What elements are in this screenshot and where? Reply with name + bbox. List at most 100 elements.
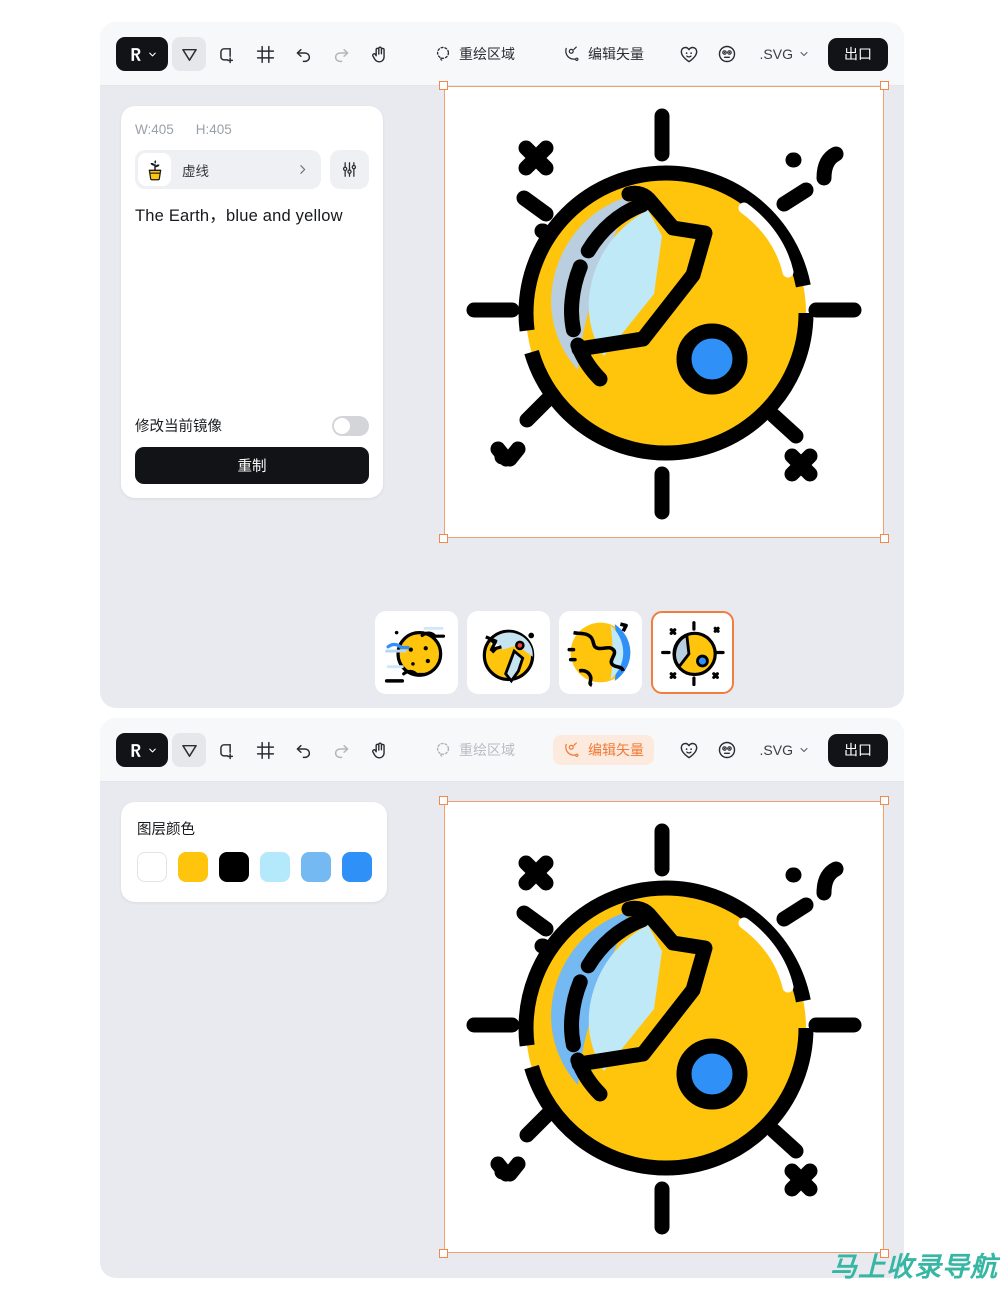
export-label: 出口 <box>844 742 872 758</box>
style-preset-row: 虚线 <box>135 150 369 189</box>
style-preset-selector[interactable]: 虚线 <box>135 150 321 189</box>
export-button[interactable]: 出口 <box>828 37 888 71</box>
earth-with-rays-illustration <box>466 108 862 520</box>
hand-icon <box>371 46 385 62</box>
undo-arrow-icon <box>296 744 310 758</box>
undo-arrow-icon <box>296 48 310 62</box>
app-logo-icon <box>131 47 141 61</box>
undo-tool[interactable] <box>286 37 320 71</box>
toolbar-primary: 重绘区域 编辑矢量 .SVG 出口 <box>100 22 904 86</box>
redraw-region-button[interactable]: 重绘区域 <box>424 735 525 765</box>
chevron-down-icon <box>149 748 156 752</box>
add-shape-tool[interactable] <box>210 733 244 767</box>
app-logo-icon <box>131 743 141 757</box>
canvas-primary[interactable] <box>439 81 889 543</box>
edit-vector-label: 编辑矢量 <box>588 46 644 62</box>
swatch-sky-blue[interactable] <box>301 852 331 882</box>
style-preset-label: 虚线 <box>182 163 209 179</box>
width-label: W:405 <box>135 122 174 137</box>
swatch-black[interactable] <box>219 852 249 882</box>
toolbar-secondary: 重绘区域 编辑矢量 .SVG 出口 <box>100 718 904 782</box>
format-value: .SVG <box>759 46 793 62</box>
regenerate-label: 重制 <box>237 459 267 475</box>
swatch-blue[interactable] <box>342 852 372 882</box>
face-neutral-icon <box>718 741 736 759</box>
pan-tool[interactable] <box>362 37 396 71</box>
layer-colors-panel: 图层颜色 <box>121 802 387 902</box>
mirror-toggle-switch[interactable] <box>332 415 369 436</box>
app-window-primary: 重绘区域 编辑矢量 .SVG 出口 W:405 H:405 虚线 The Ear… <box>100 22 904 708</box>
screenshot-root: 重绘区域 编辑矢量 .SVG 出口 W:405 H:405 虚线 The Ear… <box>0 0 1000 1290</box>
resize-handle-top-left[interactable] <box>439 81 448 90</box>
chevron-right-icon <box>300 165 306 174</box>
crop-tool[interactable] <box>248 37 282 71</box>
variation-thumbnail-strip <box>375 611 734 694</box>
app-logo-button[interactable] <box>116 733 168 767</box>
feedback-button[interactable] <box>710 733 744 767</box>
thumbnail-earth-globe[interactable] <box>467 611 550 694</box>
prompt-text[interactable]: The Earth，blue and yellow <box>135 204 369 230</box>
chevron-down-icon <box>149 52 156 56</box>
resize-handle-bottom-left[interactable] <box>439 534 448 543</box>
chevron-down-icon <box>800 747 808 753</box>
shape-plus-icon <box>219 743 233 759</box>
earth-with-rays-illustration <box>466 823 862 1235</box>
vector-node-icon <box>565 46 579 61</box>
like-button[interactable] <box>672 37 706 71</box>
crop-frame-icon <box>256 741 274 759</box>
redraw-region-button[interactable]: 重绘区域 <box>424 39 525 69</box>
export-button[interactable]: 出口 <box>828 733 888 767</box>
resize-handle-top-left[interactable] <box>439 796 448 805</box>
resize-handle-bottom-left[interactable] <box>439 1249 448 1258</box>
edit-vector-button[interactable]: 编辑矢量 <box>553 39 654 69</box>
settings-panel: W:405 H:405 虚线 The Earth，blue and yellow… <box>121 106 383 498</box>
dimensions-row: W:405 H:405 <box>135 122 369 137</box>
pan-tool[interactable] <box>362 733 396 767</box>
sliders-icon <box>342 162 357 177</box>
edit-vector-button[interactable]: 编辑矢量 <box>553 735 654 765</box>
chevron-down-icon <box>800 51 808 57</box>
select-tool[interactable] <box>172 733 206 767</box>
resize-handle-top-right[interactable] <box>880 796 889 805</box>
like-button[interactable] <box>672 733 706 767</box>
swatch-light-cyan[interactable] <box>260 852 290 882</box>
canvas-secondary[interactable] <box>439 796 889 1258</box>
crop-tool[interactable] <box>248 733 282 767</box>
style-preset-thumbnail <box>138 153 171 186</box>
redo-arrow-icon <box>334 744 348 758</box>
export-label: 出口 <box>844 46 872 62</box>
face-neutral-icon <box>718 45 736 63</box>
edit-vector-label: 编辑矢量 <box>588 742 644 758</box>
swatch-white[interactable] <box>137 852 167 882</box>
height-label: H:405 <box>195 122 232 137</box>
workspace-secondary: 图层颜色 <box>100 782 904 1278</box>
undo-tool[interactable] <box>286 733 320 767</box>
resize-handle-bottom-right[interactable] <box>880 534 889 543</box>
potted-plant-icon <box>148 159 161 180</box>
format-selector[interactable]: .SVG <box>754 46 816 62</box>
cursor-arrow-icon <box>181 48 197 61</box>
lasso-dashed-icon <box>436 46 450 61</box>
swatch-yellow[interactable] <box>178 852 208 882</box>
select-tool[interactable] <box>172 37 206 71</box>
redraw-region-label: 重绘区域 <box>459 742 515 758</box>
feedback-button[interactable] <box>710 37 744 71</box>
app-logo-button[interactable] <box>116 37 168 71</box>
regenerate-button[interactable]: 重制 <box>135 447 369 484</box>
mirror-toggle-row: 修改当前镜像 <box>135 415 369 436</box>
thumbnail-earth-map[interactable] <box>559 611 642 694</box>
redo-tool[interactable] <box>324 37 358 71</box>
redraw-region-label: 重绘区域 <box>459 46 515 62</box>
app-window-secondary: 重绘区域 编辑矢量 .SVG 出口 图层颜色 <box>100 718 904 1278</box>
format-selector[interactable]: .SVG <box>754 742 816 758</box>
advanced-settings-button[interactable] <box>330 150 369 189</box>
resize-handle-top-right[interactable] <box>880 81 889 90</box>
toggle-knob <box>334 417 350 434</box>
heart-smile-icon <box>680 742 698 759</box>
redo-tool[interactable] <box>324 733 358 767</box>
thumbnail-earth-rays[interactable] <box>651 611 734 694</box>
thumbnail-planet-clouds[interactable] <box>375 611 458 694</box>
vector-node-icon <box>565 742 579 757</box>
add-shape-tool[interactable] <box>210 37 244 71</box>
heart-smile-icon <box>680 46 698 63</box>
